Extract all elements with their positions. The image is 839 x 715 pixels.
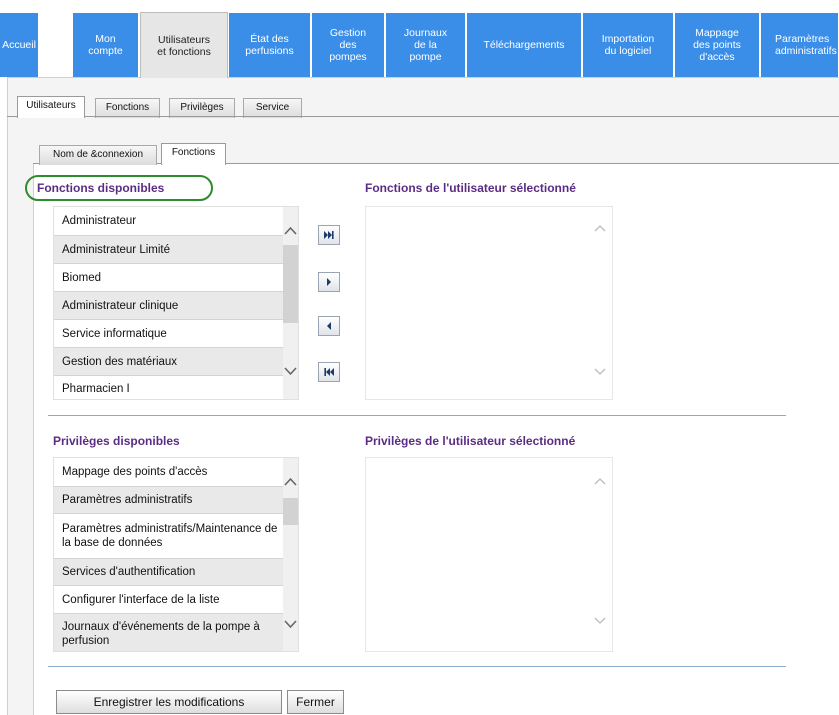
subtab-privileges[interactable]: Privilèges bbox=[169, 98, 235, 118]
selected-roles-list[interactable] bbox=[365, 206, 613, 400]
nav-tab-utilisateurs-fonctions[interactable]: Utilisateurs et fonctions bbox=[140, 12, 228, 78]
list-item-privilege[interactable]: Paramètres administratifs/Maintenance de… bbox=[54, 514, 287, 559]
chevron-down-icon[interactable] bbox=[283, 365, 298, 379]
roles-scroll-thumb[interactable] bbox=[283, 245, 298, 323]
move-all-left-button[interactable] bbox=[318, 362, 340, 382]
nav-tab-mon-compte[interactable]: Mon compte bbox=[73, 13, 139, 77]
nav-tab-parametres-administratifs[interactable]: Paramètres administratifs bbox=[761, 13, 839, 77]
privileges-scroll-thumb[interactable] bbox=[283, 498, 298, 525]
list-item-role[interactable]: Service informatique bbox=[54, 320, 287, 348]
chevron-up-icon[interactable] bbox=[283, 225, 298, 239]
fast-forward-icon bbox=[324, 228, 334, 242]
nav-tab-telechargements[interactable]: Téléchargements bbox=[467, 13, 582, 77]
selected-privileges-list[interactable] bbox=[365, 457, 613, 652]
fast-rewind-icon bbox=[324, 365, 334, 379]
subtab-divider bbox=[7, 116, 839, 117]
nav-tab-etat-perfusions[interactable]: État des perfusions bbox=[229, 13, 311, 77]
list-item-privilege[interactable]: Services d'authentification bbox=[54, 559, 287, 586]
privileges-scrollbar[interactable] bbox=[283, 458, 298, 651]
subtab-fonctions[interactable]: Fonctions bbox=[95, 98, 160, 118]
list-item-privilege[interactable]: Paramètres administratifs bbox=[54, 487, 287, 514]
available-roles-title: Fonctions disponibles bbox=[37, 181, 165, 195]
list-item-role[interactable]: Administrateur bbox=[54, 207, 287, 236]
move-all-right-button[interactable] bbox=[318, 225, 340, 245]
list-item-privilege[interactable]: Mappage des points d'accès bbox=[54, 458, 287, 487]
chevron-down-icon[interactable] bbox=[283, 618, 298, 632]
move-left-button[interactable] bbox=[318, 316, 340, 336]
chevron-down-icon bbox=[594, 367, 606, 379]
nav-tab-accueil[interactable]: Accueil bbox=[0, 13, 39, 77]
section-divider bbox=[48, 415, 786, 416]
subtab-utilisateurs[interactable]: Utilisateurs bbox=[17, 96, 85, 118]
innertab-nom-connexion[interactable]: Nom de &connexion bbox=[39, 145, 157, 165]
list-item-privilege[interactable]: Configurer l'interface de la liste bbox=[54, 586, 287, 614]
selected-roles-title: Fonctions de l'utilisateur sélectionné bbox=[365, 181, 576, 195]
main-navigation: Accueil Mon compte Utilisateurs et fonct… bbox=[0, 12, 839, 78]
nav-tab-gestion-pompes[interactable]: Gestion des pompes bbox=[312, 13, 385, 77]
nav-tab-mappage-points-acces[interactable]: Mappage des points d'accès bbox=[675, 13, 760, 77]
selected-privileges-title: Privilèges de l'utilisateur sélectionné bbox=[365, 434, 576, 448]
list-item-role[interactable]: Pharmacien I bbox=[54, 376, 287, 399]
roles-scrollbar[interactable] bbox=[283, 207, 298, 399]
chevron-up-icon bbox=[594, 476, 606, 488]
chevron-down-icon bbox=[594, 616, 606, 628]
section-divider bbox=[48, 666, 786, 667]
nav-tab-importation-logiciel[interactable]: Importation du logiciel bbox=[583, 13, 674, 77]
save-button[interactable]: Enregistrer les modifications bbox=[56, 690, 282, 714]
chevron-up-icon bbox=[594, 223, 606, 235]
reverse-icon bbox=[326, 319, 332, 333]
list-item-role[interactable]: Biomed bbox=[54, 264, 287, 292]
nav-tab-journaux-pompe[interactable]: Journaux de la pompe bbox=[386, 13, 466, 77]
available-privileges-title: Privilèges disponibles bbox=[53, 434, 180, 448]
available-privileges-list[interactable]: Mappage des points d'accès Paramètres ad… bbox=[53, 457, 299, 652]
list-item-role[interactable]: Gestion des matériaux bbox=[54, 348, 287, 376]
close-button[interactable]: Fermer bbox=[287, 690, 344, 714]
chevron-up-icon[interactable] bbox=[283, 476, 298, 490]
play-icon bbox=[326, 275, 332, 289]
available-roles-list[interactable]: Administrateur Administrateur Limité Bio… bbox=[53, 206, 299, 400]
list-item-role[interactable]: Administrateur clinique bbox=[54, 292, 287, 320]
innertab-fonctions[interactable]: Fonctions bbox=[161, 143, 226, 165]
subtab-service[interactable]: Service bbox=[243, 98, 302, 118]
move-right-button[interactable] bbox=[318, 272, 340, 292]
list-item-privilege[interactable]: Journaux d'événements de la pompe à perf… bbox=[54, 614, 287, 651]
list-item-role[interactable]: Administrateur Limité bbox=[54, 236, 287, 264]
